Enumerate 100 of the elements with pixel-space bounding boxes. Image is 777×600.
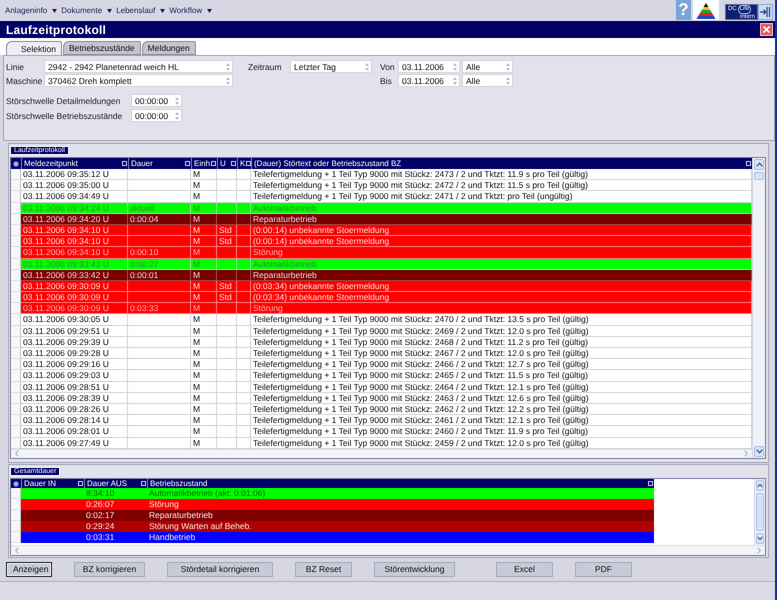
action-button[interactable]: Störentwicklung <box>374 562 455 576</box>
asterisk-icon[interactable] <box>13 480 19 486</box>
row-header[interactable] <box>11 510 21 521</box>
spinner-icon <box>453 62 457 70</box>
row-header[interactable] <box>11 247 21 258</box>
row-header[interactable] <box>11 359 21 370</box>
select-field[interactable]: Letzter Tag <box>290 60 372 73</box>
row-header[interactable] <box>11 180 21 192</box>
table-row[interactable]: 03.11.2006 09:35:00 U M Teilefertigmeldung + 1 Teil Typ 9000 mit Stückz: 2472 / 2 und Tktzt: 11.5 s pro Teil (gültig) <box>21 180 752 192</box>
row-header[interactable] <box>11 292 21 304</box>
row-header[interactable] <box>11 191 21 203</box>
tab[interactable]: Meldungen <box>142 41 196 55</box>
row-header[interactable] <box>11 370 21 382</box>
table-cell: 0:03:31 <box>84 532 147 542</box>
scroll-up-button[interactable] <box>754 159 764 170</box>
vertical-scrollbar[interactable] <box>752 158 765 458</box>
table-cell: Std <box>217 224 237 236</box>
select-field[interactable]: Alle <box>462 74 513 87</box>
scroll-up-button[interactable] <box>756 480 764 491</box>
row-header[interactable] <box>11 532 21 543</box>
table-row[interactable]: 0:02:17 Reparaturbetrieb <box>21 510 654 521</box>
table-row[interactable]: 03.11.2006 09:33:42 U 0:00:01 M Reparaturbetrieb <box>21 270 752 281</box>
action-button[interactable]: Excel <box>496 562 553 576</box>
table-row[interactable]: 03.11.2006 09:28:39 U M Teilefertigmeldung + 1 Teil Typ 9000 mit Stückz: 2463 / 2 und Tktzt: 12.6 s pro Teil (gültig) <box>21 392 752 404</box>
table-row[interactable]: 03.11.2006 09:29:51 U M Teilefertigmeldung + 1 Teil Typ 9000 mit Stückz: 2469 / 2 und Tktzt: 12.0 s pro Teil (gültig) <box>21 326 752 337</box>
select-field[interactable]: 00:00:00 <box>131 94 182 107</box>
row-header[interactable] <box>11 348 21 360</box>
select-field[interactable]: 2942 - 2942 Planetenrad weich HL <box>44 60 233 73</box>
select-field[interactable]: 370462 Dreh komplett <box>44 74 233 87</box>
table-cell: Std <box>217 292 237 302</box>
square-icon <box>246 161 252 166</box>
action-button[interactable]: BZ korrigieren <box>74 562 145 576</box>
menu-item[interactable]: Anlageninfo <box>5 6 58 15</box>
row-header[interactable] <box>11 303 21 314</box>
action-button[interactable]: PDF <box>575 562 632 576</box>
scroll-down-button[interactable] <box>756 533 764 544</box>
action-button[interactable]: BZ Reset <box>295 562 352 576</box>
table-cell: 03.11.2006 09:34:10 U <box>21 224 128 236</box>
table-row[interactable]: 03.11.2006 09:28:26 U M Teilefertigmeldung + 1 Teil Typ 9000 mit Stückz: 2462 / 2 und Tktzt: 12.2 s pro Teil (gültig) <box>21 404 752 416</box>
select-field[interactable]: 03.11.2006 <box>398 60 460 73</box>
menu-item[interactable]: Dokumente <box>61 6 112 15</box>
table-cell: M <box>191 438 217 448</box>
menu-item[interactable]: Lebenslauf <box>116 6 166 15</box>
table-cell: M <box>191 404 217 414</box>
horizontal-scrollbar[interactable] <box>11 545 765 555</box>
row-header[interactable] <box>11 258 21 270</box>
table-row[interactable]: 03.11.2006 09:34:20 U 0:00:04 M Reparaturbetrieb <box>21 214 752 225</box>
row-header[interactable] <box>11 438 21 449</box>
row-header[interactable] <box>11 224 21 236</box>
scroll-down-button[interactable] <box>754 446 764 457</box>
row-header[interactable] <box>11 404 21 416</box>
menu-item[interactable]: Workflow <box>169 6 212 15</box>
table-row[interactable]: 03.11.2006 09:27:49 U M Teilefertigmeldung + 1 Teil Typ 9000 mit Stückz: 2459 / 2 und Tktzt: 12.0 s pro Teil (gültig) <box>21 438 752 449</box>
select-field[interactable]: 00:00:00 <box>131 109 182 122</box>
row-header[interactable] <box>11 392 21 404</box>
scroll-thumb[interactable] <box>756 493 764 531</box>
select-field[interactable]: 03.11.2006 <box>398 74 460 87</box>
table-row[interactable]: 03.11.2006 09:28:01 U M Teilefertigmeldung + 1 Teil Typ 9000 mit Stückz: 2460 / 2 und Tktzt: 11.9 s pro Teil (gültig) <box>21 426 752 438</box>
row-header[interactable] <box>11 236 21 248</box>
table-row[interactable]: 03.11.2006 09:34:49 U M Teilefertigmeldung + 1 Teil Typ 9000 mit Stückz: 2471 / 2 und Tktzt: pro Teil (ungültig) <box>21 191 752 203</box>
row-header[interactable] <box>11 326 21 337</box>
row-header[interactable] <box>11 382 21 393</box>
table-row[interactable]: 03.11.2006 09:29:03 U M Teilefertigmeldung + 1 Teil Typ 9000 mit Stückz: 2465 / 2 und Tktzt: 11.5 s pro Teil (gültig) <box>21 370 752 382</box>
table-row[interactable]: 03.11.2006 09:29:28 U M Teilefertigmeldung + 1 Teil Typ 9000 mit Stückz: 2467 / 2 und Tktzt: 12.0 s pro Teil (gültig) <box>21 348 752 360</box>
table-row[interactable]: 0:03:31 Handbetrieb <box>21 532 654 543</box>
tab[interactable]: Selektion <box>6 41 62 55</box>
square-icon <box>746 161 751 166</box>
table-row[interactable]: 03.11.2006 09:35:12 U M Teilefertigmeldung + 1 Teil Typ 9000 mit Stückz: 2473 / 2 und Tktzt: 11.9 s pro Teil (gültig) <box>21 169 752 180</box>
table-row[interactable]: 03.11.2006 09:28:14 U M Teilefertigmeldung + 1 Teil Typ 9000 mit Stückz: 2461 / 2 und Tktzt: 12.1 s pro Teil (gültig) <box>21 415 752 426</box>
row-header[interactable] <box>11 270 21 281</box>
asterisk-icon[interactable] <box>13 160 19 166</box>
action-button[interactable]: Anzeigen <box>6 562 52 576</box>
table-row[interactable]: 8:34:10 Automatikbetrieb (akt: 0:01:06) <box>21 488 654 499</box>
caret-icon <box>207 8 212 12</box>
select-field[interactable]: Alle <box>462 60 513 73</box>
table-cell: Std <box>217 280 237 292</box>
row-header[interactable] <box>11 336 21 348</box>
table-row[interactable]: 03.11.2006 09:29:39 U M Teilefertigmeldung + 1 Teil Typ 9000 mit Stückz: 2468 / 2 und Tktzt: 11.2 s pro Teil (gültig) <box>21 336 752 348</box>
row-header[interactable] <box>11 202 21 214</box>
row-header[interactable] <box>11 314 21 326</box>
table-cell: M <box>191 426 217 436</box>
row-header[interactable] <box>11 426 21 438</box>
tab[interactable]: Betriebszustände <box>62 41 141 55</box>
exit-icon[interactable] <box>758 4 773 20</box>
close-button[interactable] <box>760 23 773 36</box>
scroll-thumb[interactable] <box>754 172 764 180</box>
row-header[interactable] <box>11 214 21 225</box>
table-row[interactable]: 03.11.2006 09:30:05 U M Teilefertigmeldung + 1 Teil Typ 9000 mit Stückz: 2470 / 2 und Tktzt: 13.5 s pro Teil (gültig) <box>21 314 752 326</box>
action-button[interactable]: Stördetail korrigieren <box>167 562 273 576</box>
row-header[interactable] <box>11 280 21 292</box>
vertical-scrollbar[interactable] <box>754 479 765 545</box>
table-cell: 0:00:10 <box>128 247 191 258</box>
pyramid-icon[interactable] <box>693 0 719 20</box>
table-row[interactable]: 0:29:24 Störung Warten auf Beheb. <box>21 521 654 532</box>
row-header[interactable] <box>11 499 21 510</box>
row-header[interactable] <box>11 415 21 426</box>
table-row[interactable]: 03.11.2006 09:28:51 U M Teilefertigmeldung + 1 Teil Typ 9000 mit Stückz: 2464 / 2 und Tktzt: 12.1 s pro Teil (gültig) <box>21 382 752 393</box>
row-header[interactable] <box>11 521 21 532</box>
field-label: Bis <box>380 76 393 86</box>
table-row[interactable]: 03.11.2006 09:29:16 U M Teilefertigmeldung + 1 Teil Typ 9000 mit Stückz: 2466 / 2 und Tktzt: 12.7 s pro Teil (gültig) <box>21 359 752 370</box>
